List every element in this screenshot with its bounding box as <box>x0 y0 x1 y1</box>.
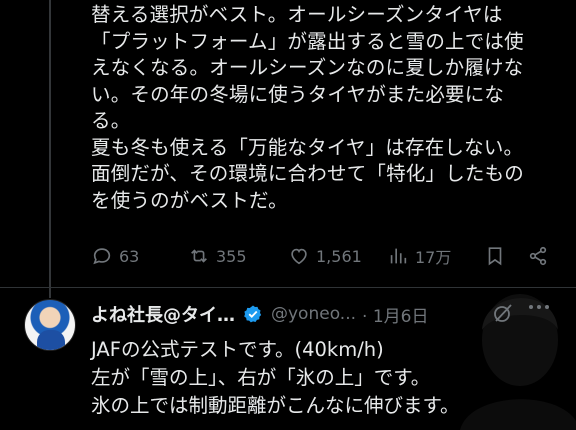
more-dot <box>545 305 549 309</box>
bookmark-button[interactable] <box>484 240 506 272</box>
tweet-line: を使うのがベストだ。 <box>91 188 288 212</box>
reply-header: よね社長@タイ… @yoneo... · 1月6日 <box>91 300 428 328</box>
reply-text: JAFの公式テストです。(40km/h) 左が「雪の上」、右が「氷の上」です。 … <box>91 336 460 420</box>
grok-icon[interactable] <box>491 301 515 325</box>
tweet-line: る。 <box>91 109 131 132</box>
reply-button[interactable]: 63 <box>91 240 139 272</box>
tweet-action-bar: 63 355 1,561 17万 <box>91 240 561 272</box>
tweet-line: 面倒だが、その環境に合わせて「特化」したもの <box>91 162 525 185</box>
reply-count: 63 <box>119 246 140 266</box>
tweet-line: えなくなる。オールシーズンなのに夏しか履けな <box>91 56 524 79</box>
tweet-text: 替える選択がベスト。オールシーズンタイヤは 「プラットフォーム」が露出すると雪の… <box>91 2 561 214</box>
repost-icon <box>191 249 207 263</box>
share-icon <box>529 246 547 266</box>
verified-badge-icon <box>244 305 262 323</box>
more-options-button[interactable] <box>529 305 549 309</box>
avatar[interactable] <box>24 299 76 351</box>
post-date[interactable]: · 1月6日 <box>362 302 428 327</box>
tweet-divider <box>0 287 576 288</box>
tweet-line: 夏も冬も使える「万能なタイヤ」は存在しない。 <box>91 135 524 159</box>
reply-line: JAFの公式テストです。(40km/h) <box>91 338 384 361</box>
author-handle[interactable]: @yoneo... <box>271 304 356 324</box>
views-button[interactable]: 17万 <box>387 240 451 272</box>
repost-count: 355 <box>216 246 247 266</box>
tweet-line: 「プラットフォーム」が露出すると雪の上では使 <box>91 29 524 53</box>
reply-icon <box>93 248 111 265</box>
like-count: 1,561 <box>316 246 362 266</box>
bookmark-icon <box>488 247 502 266</box>
reply-line: 氷の上では制動距離がこんなに伸びます。 <box>91 394 460 417</box>
tweet-line: 替える選択がベスト。オールシーズンタイヤは <box>91 3 503 26</box>
repost-button[interactable]: 355 <box>188 240 247 272</box>
like-button[interactable]: 1,561 <box>288 240 362 272</box>
author-name[interactable]: よね社長@タイ… <box>91 301 235 327</box>
views-count: 17万 <box>415 248 452 267</box>
heart-icon <box>291 248 307 265</box>
thread-connector-line <box>49 0 51 298</box>
reply-line: 左が「雪の上」、右が「氷の上」です。 <box>91 366 431 389</box>
more-dot <box>529 305 533 309</box>
share-button[interactable] <box>527 240 549 272</box>
more-dot <box>537 305 541 309</box>
analytics-icon <box>390 248 407 264</box>
background-portrait-watermark <box>460 294 576 430</box>
tweet-line: い。その年の冬場に使うタイヤがまた必要にな <box>91 82 505 106</box>
